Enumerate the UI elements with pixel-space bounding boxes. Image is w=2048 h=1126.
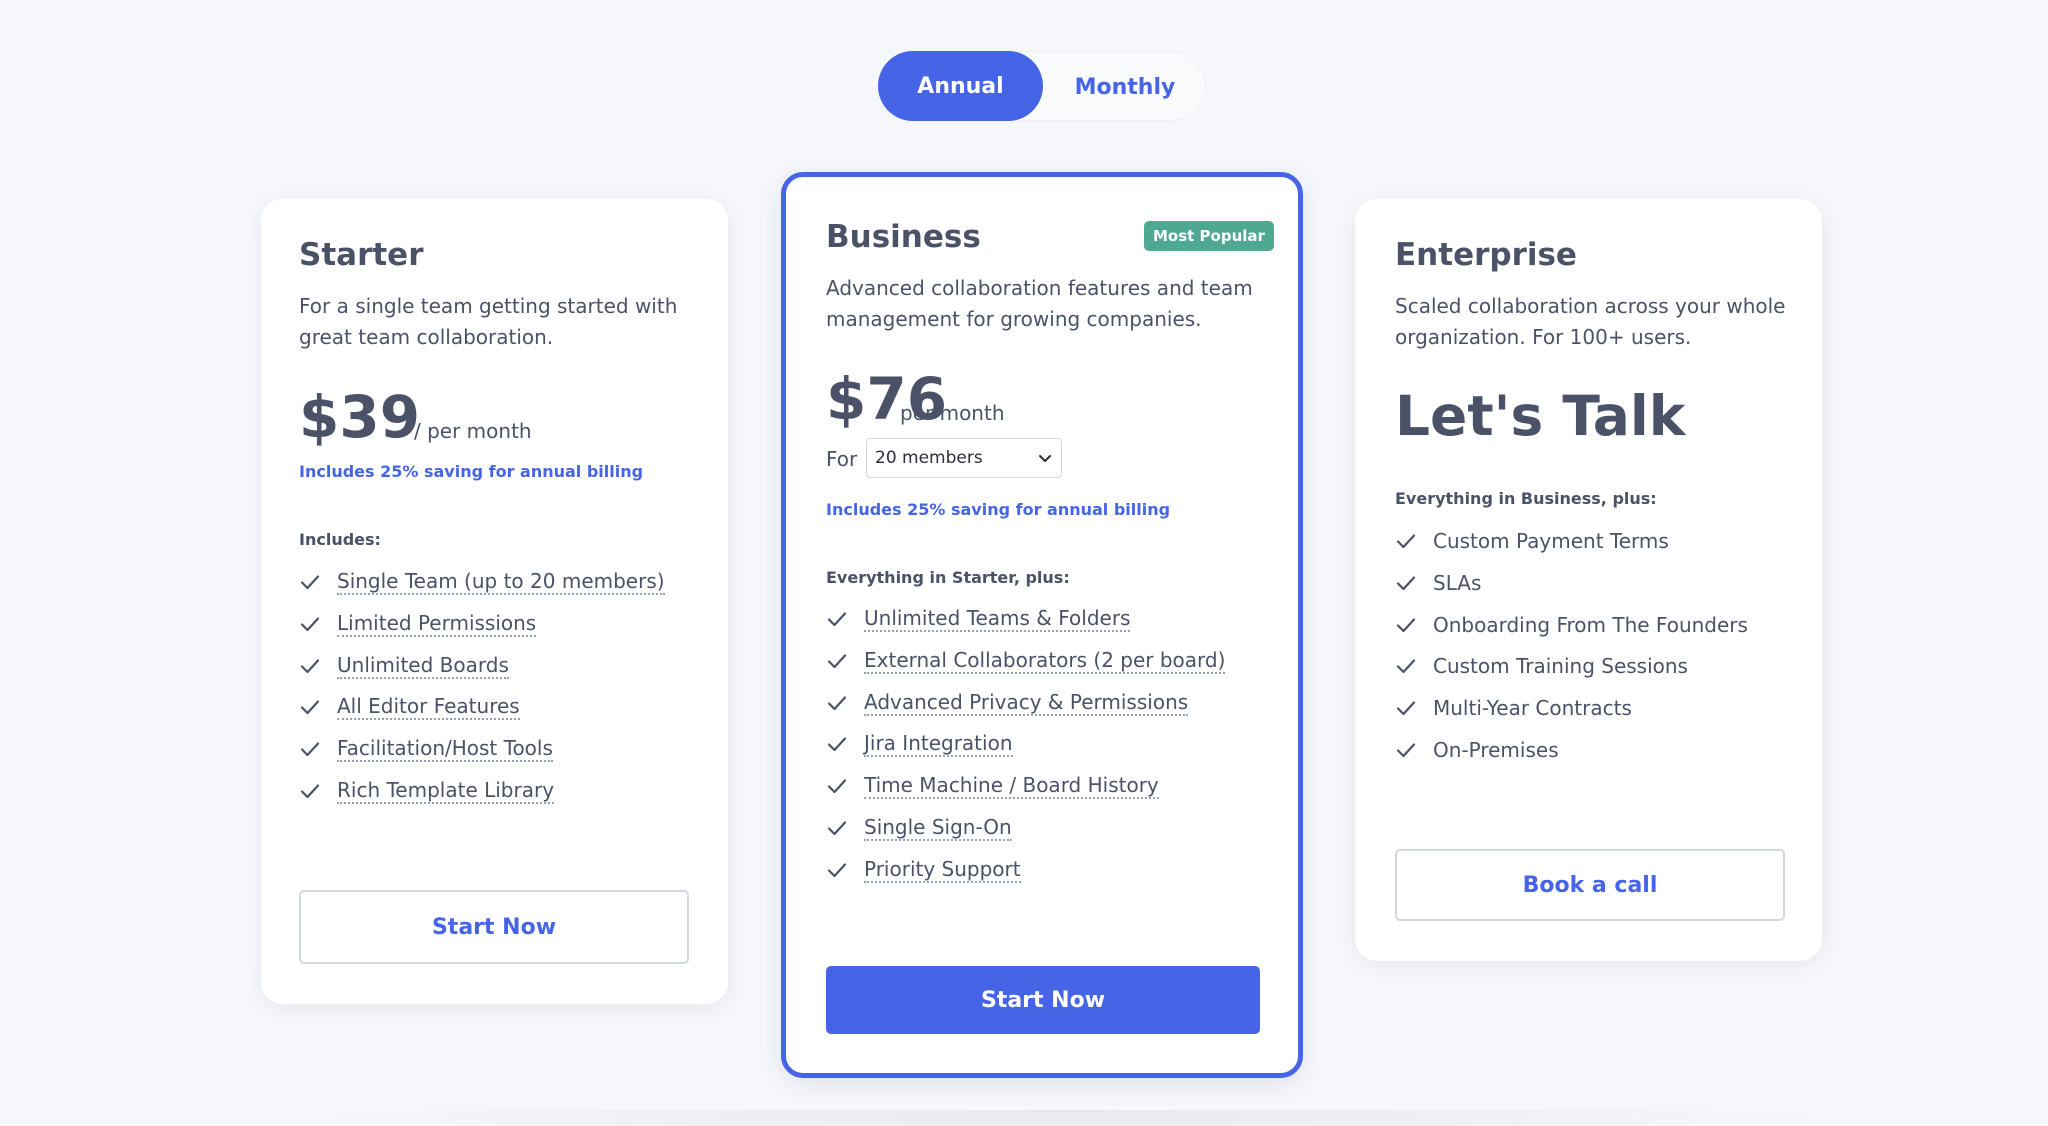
checkmark-icon xyxy=(299,571,321,593)
checkmark-icon xyxy=(1395,739,1417,761)
price-period: / per month xyxy=(414,419,532,443)
starter-plan-card: Starter For a single team getting starte… xyxy=(261,199,728,1004)
plan-description: Scaled collaboration across your whole o… xyxy=(1395,294,1786,349)
checkmark-icon xyxy=(299,655,321,677)
annual-toggle-button[interactable]: Annual xyxy=(878,51,1043,121)
checkmark-icon xyxy=(1395,572,1417,594)
feature-label[interactable]: Priority Support xyxy=(864,857,1021,883)
feature-label[interactable]: Unlimited Teams & Folders xyxy=(864,606,1131,632)
checkmark-icon xyxy=(1395,530,1417,552)
book-a-call-button[interactable]: Book a call xyxy=(1395,849,1785,921)
plan-description: For a single team getting started with g… xyxy=(299,294,678,349)
checkmark-icon xyxy=(1395,614,1417,636)
checkmark-icon xyxy=(299,613,321,635)
features-label: Everything in Starter, plus: xyxy=(826,568,1070,587)
checkmark-icon xyxy=(826,859,848,881)
price-period: per month xyxy=(900,401,1005,425)
feature-label[interactable]: Limited Permissions xyxy=(337,611,537,637)
feature-item: Single Sign-On xyxy=(826,813,1012,843)
feature-label: Custom Training Sessions xyxy=(1433,654,1688,679)
plan-description: Advanced collaboration features and team… xyxy=(826,276,1253,331)
plan-name: Business xyxy=(826,219,981,255)
feature-item: Advanced Privacy & Permissions xyxy=(826,688,1189,718)
feature-item: All Editor Features xyxy=(299,692,520,722)
billing-toggle: Annual Monthly xyxy=(878,51,1206,121)
feature-label[interactable]: All Editor Features xyxy=(337,694,520,721)
feature-item: Rich Template Library xyxy=(299,776,555,806)
feature-label[interactable]: Advanced Privacy & Permissions xyxy=(864,690,1189,716)
feature-item: Unlimited Boards xyxy=(299,651,509,681)
feature-item: Single Team (up to 20 members) xyxy=(299,567,665,597)
feature-label[interactable]: Single Team (up to 20 members) xyxy=(337,569,665,595)
checkmark-icon xyxy=(826,733,848,755)
feature-label[interactable]: External Collaborators (2 per board) xyxy=(864,648,1226,674)
checkmark-icon xyxy=(299,780,321,802)
enterprise-plan-card: Enterprise Scaled collaboration across y… xyxy=(1355,199,1822,961)
most-popular-badge: Most Popular xyxy=(1144,221,1274,251)
checkmark-icon xyxy=(826,650,848,672)
feature-label: On-Premises xyxy=(1433,738,1559,762)
feature-label: SLAs xyxy=(1433,570,1482,595)
checkmark-icon xyxy=(826,817,848,839)
feature-label[interactable]: Single Sign-On xyxy=(864,815,1012,841)
plan-name: Starter xyxy=(299,237,424,273)
members-prefix: For xyxy=(826,447,858,471)
feature-item: Facilitation/Host Tools xyxy=(299,734,553,764)
annual-saving-note: Includes 25% saving for annual billing xyxy=(299,462,644,481)
feature-label[interactable]: Facilitation/Host Tools xyxy=(337,736,553,763)
checkmark-icon xyxy=(299,738,321,760)
checkmark-icon xyxy=(826,692,848,714)
checkmark-icon xyxy=(299,696,321,718)
feature-item: Multi-Year Contracts xyxy=(1395,693,1632,723)
members-select-value: 20 members xyxy=(875,448,983,468)
checkmark-icon xyxy=(826,775,848,797)
feature-label[interactable]: Time Machine / Board History xyxy=(864,773,1159,800)
members-select[interactable]: 20 members xyxy=(866,438,1062,478)
feature-item: Onboarding From The Founders xyxy=(1395,610,1748,640)
contact-price-text: Let's Talk xyxy=(1395,384,1686,448)
chevron-down-icon xyxy=(1039,455,1051,462)
features-label: Includes: xyxy=(299,530,381,549)
feature-item: External Collaborators (2 per board) xyxy=(826,646,1226,676)
feature-item: Limited Permissions xyxy=(299,609,537,639)
starter-start-now-button[interactable]: Start Now xyxy=(299,890,689,964)
feature-item: On-Premises xyxy=(1395,735,1559,765)
section-shadow xyxy=(290,1110,1850,1126)
pricing-page: Annual Monthly Starter For a single team… xyxy=(0,0,2048,1126)
annual-saving-note: Includes 25% saving for annual billing xyxy=(826,500,1171,519)
business-plan-card: Business Most Popular Advanced collabora… xyxy=(781,172,1303,1078)
feature-label[interactable]: Rich Template Library xyxy=(337,778,555,804)
checkmark-icon xyxy=(1395,697,1417,719)
feature-label: Custom Payment Terms xyxy=(1433,529,1669,553)
features-label: Everything in Business, plus: xyxy=(1395,489,1657,508)
plan-price: $39 xyxy=(299,383,421,451)
checkmark-icon xyxy=(1395,655,1417,677)
checkmark-icon xyxy=(826,608,848,630)
feature-item: Time Machine / Board History xyxy=(826,771,1159,801)
feature-item: Jira Integration xyxy=(826,729,1013,759)
feature-label[interactable]: Jira Integration xyxy=(864,731,1013,758)
feature-label: Onboarding From The Founders xyxy=(1433,612,1748,637)
feature-item: SLAs xyxy=(1395,568,1481,598)
feature-label[interactable]: Unlimited Boards xyxy=(337,653,509,679)
feature-item: Unlimited Teams & Folders xyxy=(826,604,1131,634)
feature-item: Custom Payment Terms xyxy=(1395,526,1669,556)
monthly-toggle-button[interactable]: Monthly xyxy=(1044,52,1206,122)
feature-label: Multi-Year Contracts xyxy=(1433,696,1632,721)
feature-item: Custom Training Sessions xyxy=(1395,651,1688,681)
plan-name: Enterprise xyxy=(1395,237,1577,273)
feature-item: Priority Support xyxy=(826,855,1021,885)
business-start-now-button[interactable]: Start Now xyxy=(826,966,1260,1034)
